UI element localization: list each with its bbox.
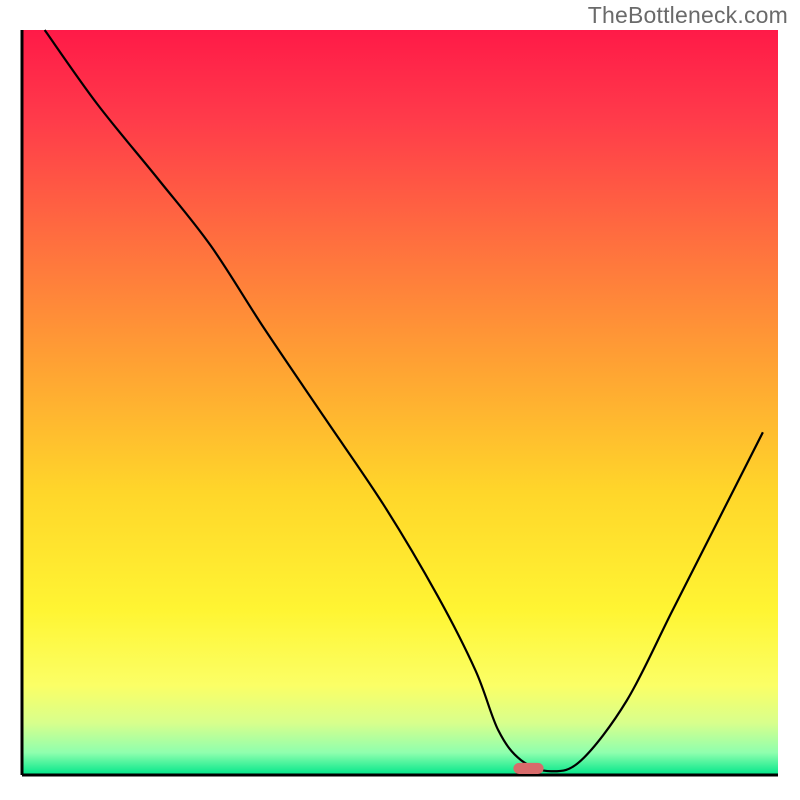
chart-container: TheBottleneck.com	[0, 0, 800, 800]
plot-background	[22, 30, 778, 775]
bottleneck-chart	[0, 0, 800, 800]
optimal-marker	[513, 763, 543, 774]
watermark-text: TheBottleneck.com	[588, 2, 788, 29]
